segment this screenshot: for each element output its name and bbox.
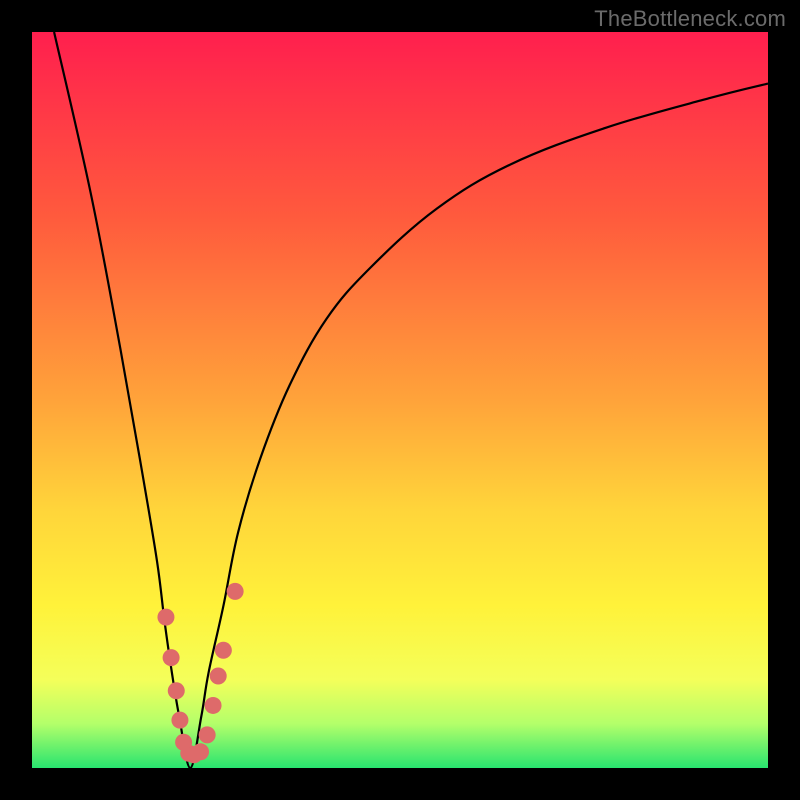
data-point [210,668,227,685]
data-point [171,712,188,729]
data-point [168,682,185,699]
data-point [215,642,232,659]
chart-frame: TheBottleneck.com [0,0,800,800]
data-point [199,726,216,743]
bottleneck-curve [54,32,768,768]
scatter-dots [157,583,243,763]
watermark-text: TheBottleneck.com [594,6,786,32]
chart-plot-area [32,32,768,768]
data-point [157,609,174,626]
chart-svg [32,32,768,768]
data-point [163,649,180,666]
data-point [192,743,209,760]
data-point [227,583,244,600]
data-point [205,697,222,714]
